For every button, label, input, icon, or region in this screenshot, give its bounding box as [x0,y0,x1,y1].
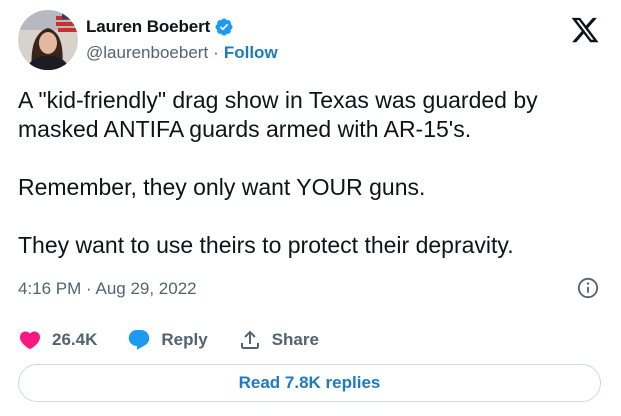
tweet-text: A "kid-friendly" drag show in Texas was … [18,86,608,260]
tweet-card: Lauren Boebert @laurenboebert · Follow A… [0,0,621,416]
avatar[interactable] [18,10,78,70]
handle[interactable]: @laurenboebert [86,43,208,63]
reply-label: Reply [161,330,208,349]
info-icon[interactable] [577,277,599,299]
read-replies-label: Read 7.8K replies [238,373,381,392]
reply-bubble-icon [127,328,151,352]
handle-row: @laurenboebert · Follow [86,41,278,65]
name-row: Lauren Boebert [86,15,278,39]
share-icon [238,328,262,352]
tweet-paragraph: Remember, they only want YOUR guns. [18,174,426,200]
timestamp[interactable]: 4:16 PM · Aug 29, 2022 [18,279,197,299]
heart-icon [18,328,42,352]
display-name[interactable]: Lauren Boebert [86,17,210,37]
share-label: Share [271,330,319,349]
follow-button[interactable]: Follow [224,43,278,63]
meta-row: 4:16 PM · Aug 29, 2022 [18,277,603,301]
separator-dot: · [213,43,219,62]
tweet-paragraph: A "kid-friendly" drag show in Texas was … [18,87,538,142]
share-button[interactable]: Share [238,328,319,352]
tweet-actions: 26.4K Reply Share [18,325,349,355]
like-count: 26.4K [52,330,98,349]
tweet-header: Lauren Boebert @laurenboebert · Follow [18,10,603,72]
author-block: Lauren Boebert @laurenboebert · Follow [86,15,278,65]
x-logo-icon[interactable] [570,15,600,45]
like-button[interactable]: 26.4K [18,328,97,352]
verified-badge-icon [214,17,234,37]
read-replies-button[interactable]: Read 7.8K replies [18,364,601,402]
tweet-paragraph: They want to use theirs to protect their… [18,232,514,258]
reply-button[interactable]: Reply [127,328,208,352]
avatar-photo [18,10,78,70]
